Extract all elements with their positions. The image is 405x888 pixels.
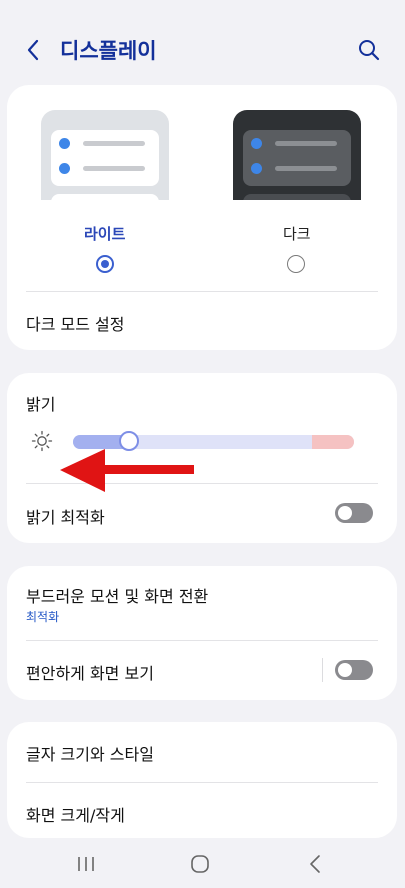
dark-theme-radio[interactable] [287,255,305,273]
motion-smoothness-value: 최적화 [26,610,60,624]
adaptive-brightness-toggle[interactable] [335,503,373,523]
brightness-slider-extra-zone [312,435,354,449]
brightness-slider[interactable] [73,435,354,449]
search-icon[interactable] [355,36,383,64]
text-card: 글자 크기와 스타일 화면 크게/작게 [7,722,397,838]
preview-line [275,166,337,171]
divider [26,291,378,292]
back-icon[interactable] [303,852,329,876]
dark-theme-label: 다크 [283,225,311,243]
dark-mode-settings-item[interactable]: 다크 모드 설정 [26,311,125,335]
preview-panel [243,194,351,200]
preview-line [83,141,145,146]
brightness-label: 밝기 [26,395,56,414]
preview-dot [251,138,262,149]
page-title: 디스플레이 [60,39,157,63]
navigation-bar [0,840,405,888]
preview-line [83,166,145,171]
eye-comfort-label[interactable]: 편안하게 화면 보기 [26,660,154,684]
preview-panel [51,130,159,186]
back-chevron-icon[interactable] [20,36,48,64]
motion-card: 부드러운 모션 및 화면 전환 최적화 편안하게 화면 보기 [7,566,397,700]
preview-line [275,141,337,146]
preview-dot [59,138,70,149]
screen-zoom-item[interactable]: 화면 크게/작게 [26,802,125,826]
divider [26,782,378,783]
preview-dot [59,163,70,174]
preview-panel [243,130,351,186]
header: 디스플레이 [0,0,405,84]
vertical-separator [322,658,323,682]
font-size-style-item[interactable]: 글자 크기와 스타일 [26,741,154,765]
divider [26,640,378,641]
motion-smoothness-item[interactable]: 부드러운 모션 및 화면 전환 [26,583,208,607]
preview-panel [51,194,159,200]
light-theme-preview[interactable] [41,110,169,200]
preview-dot [251,163,262,174]
home-icon[interactable] [187,852,213,876]
recents-icon[interactable] [73,852,99,876]
theme-card: 라이트 다크 다크 모드 설정 [7,85,397,350]
sun-icon [31,430,53,452]
adaptive-brightness-label: 밝기 최적화 [26,508,105,527]
light-theme-radio[interactable] [96,255,114,273]
red-arrow-icon [58,448,198,494]
dark-theme-preview[interactable] [233,110,361,200]
light-theme-label: 라이트 [84,225,126,243]
eye-comfort-toggle[interactable] [335,660,373,680]
